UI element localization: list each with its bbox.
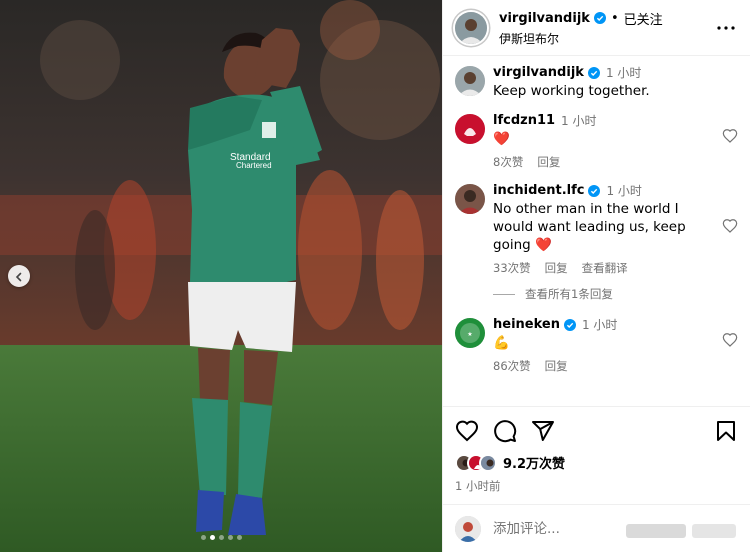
comment-username[interactable]: lfcdzn11 xyxy=(493,113,555,128)
comment-like-count[interactable]: 86次赞 xyxy=(493,358,531,374)
comment-avatar[interactable] xyxy=(455,66,485,96)
verified-badge-icon xyxy=(593,12,606,24)
comment-time: 1 小时 xyxy=(561,114,597,128)
header-separator: • xyxy=(610,10,619,26)
likes-count[interactable]: 9.2万次赞 xyxy=(503,453,565,472)
comment-item: ★ heineken 1 小时 💪 86次赞 回复 xyxy=(455,316,738,374)
carousel-dot xyxy=(200,535,206,540)
reply-button[interactable]: 回复 xyxy=(537,154,560,170)
comment-icon[interactable] xyxy=(493,419,517,443)
comment-item: lfcdzn11 1 小时 ❤️ 8次赞 回复 xyxy=(455,112,738,170)
post-timestamp[interactable]: 1 小时前 xyxy=(455,478,738,494)
carousel-dot xyxy=(227,535,233,540)
comment-like-count[interactable]: 8次赞 xyxy=(493,154,523,170)
heart-outline-icon[interactable] xyxy=(722,332,738,348)
reply-button[interactable]: 回复 xyxy=(545,260,568,276)
current-user-avatar xyxy=(455,515,481,542)
add-comment-bar xyxy=(443,504,750,552)
more-options-icon[interactable] xyxy=(714,16,738,40)
liker-avatars xyxy=(455,453,497,472)
comment-avatar[interactable] xyxy=(455,114,485,144)
comment-text: No other man in the world I would want l… xyxy=(493,201,686,253)
verified-badge-icon xyxy=(563,318,576,331)
comments-list: virgilvandijk 1 小时 Keep working together… xyxy=(443,56,750,406)
author-username[interactable]: virgilvandijk xyxy=(499,11,590,26)
liker-avatar xyxy=(479,453,497,472)
verified-badge-icon xyxy=(587,66,600,79)
divider-line xyxy=(493,293,515,295)
post-header: virgilvandijk • 已关注 伊斯坦布尔 xyxy=(443,0,750,56)
comment-like-count[interactable]: 33次赞 xyxy=(493,260,531,276)
heart-outline-icon[interactable] xyxy=(722,218,738,234)
bookmark-icon[interactable] xyxy=(714,419,738,443)
chevron-left-icon xyxy=(14,267,24,286)
carousel-dot-active xyxy=(209,535,215,540)
comment-avatar[interactable]: ★ xyxy=(455,318,485,348)
view-replies-button[interactable]: 查看所有1条回复 xyxy=(493,286,738,302)
view-replies-label: 查看所有1条回复 xyxy=(525,287,613,301)
heart-outline-icon[interactable] xyxy=(722,128,738,144)
comment-item: inchident.lfc 1 小时 No other man in the w… xyxy=(455,182,738,276)
photo-image: Standard Chartered xyxy=(0,0,442,552)
watermark-icon xyxy=(626,524,736,538)
comment-text: 💪 xyxy=(493,335,510,351)
comment-text: ❤️ xyxy=(493,131,510,147)
comment-username[interactable]: inchident.lfc xyxy=(493,183,584,198)
reply-button[interactable]: 回复 xyxy=(545,358,568,374)
svg-text:Chartered: Chartered xyxy=(236,161,272,170)
comment-time: 1 小时 xyxy=(581,318,618,332)
comment-time: 1 小时 xyxy=(606,184,642,198)
carousel-prev-button[interactable] xyxy=(8,265,30,287)
post-photo[interactable]: Standard Chartered xyxy=(0,0,442,552)
post-location[interactable]: 伊斯坦布尔 xyxy=(499,30,714,47)
carousel-dot xyxy=(236,535,242,540)
post-panel: virgilvandijk • 已关注 伊斯坦布尔 virgilvandijk … xyxy=(442,0,750,552)
svg-text:★: ★ xyxy=(467,331,472,338)
carousel-dot xyxy=(218,535,224,540)
comment-username[interactable]: virgilvandijk xyxy=(493,65,584,80)
author-avatar[interactable] xyxy=(455,11,487,44)
likes-row[interactable]: 9.2万次赞 xyxy=(455,453,738,472)
translate-button[interactable]: 查看翻译 xyxy=(582,260,628,276)
like-heart-icon[interactable] xyxy=(455,419,479,443)
comment-text: Keep working together. xyxy=(493,83,650,99)
send-icon[interactable] xyxy=(531,419,555,443)
carousel-indicator xyxy=(0,535,442,540)
comment-time: 1 小时 xyxy=(605,66,642,80)
caption: virgilvandijk 1 小时 Keep working together… xyxy=(455,64,738,100)
verified-badge-icon xyxy=(588,184,601,197)
follow-status-button[interactable]: 已关注 xyxy=(624,9,663,28)
comment-avatar[interactable] xyxy=(455,184,485,214)
comment-username[interactable]: heineken xyxy=(493,317,560,332)
